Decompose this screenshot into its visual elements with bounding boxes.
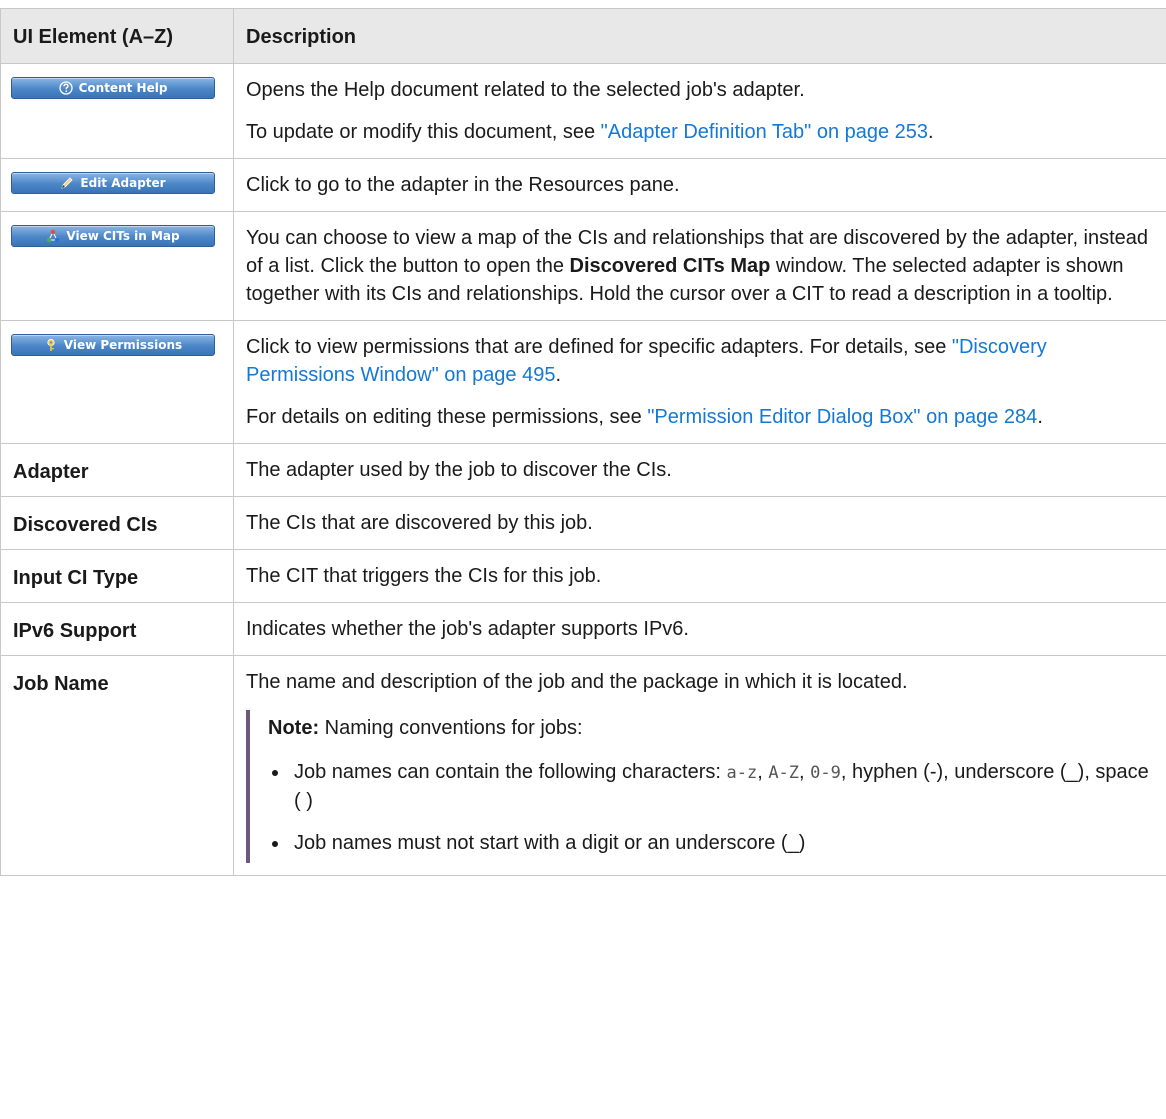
pencil-icon <box>60 176 74 190</box>
table-row: IPv6 Support Indicates whether the job's… <box>0 602 1166 656</box>
element-cell-input-ci-type: Input CI Type <box>0 549 234 603</box>
description-text: Click to view permissions that are defin… <box>246 336 1047 386</box>
table-row: View CITs in Map You can choose to view … <box>0 211 1166 321</box>
view-permissions-button[interactable]: View Permissions <box>11 334 215 356</box>
ui-elements-table: UI Element (A–Z) Description Content Hel… <box>0 8 1166 876</box>
element-cell: Content Help <box>0 63 234 159</box>
description-cell: You can choose to view a map of the CIs … <box>233 211 1166 321</box>
adapter-definition-tab-link[interactable]: "Adapter Definition Tab" on page 253 <box>601 121 928 143</box>
description-cell: Indicates whether the job's adapter supp… <box>233 602 1166 656</box>
table-row: Content Help Opens the Help document rel… <box>0 63 1166 159</box>
description-cell: The CIT that triggers the CIs for this j… <box>233 549 1166 603</box>
note-label: Note: <box>268 717 320 739</box>
element-cell: Edit Adapter <box>0 158 234 212</box>
description-text: For details on editing these permissions… <box>246 406 1043 428</box>
view-cits-in-map-button[interactable]: View CITs in Map <box>11 225 215 247</box>
edit-adapter-button[interactable]: Edit Adapter <box>11 172 215 194</box>
content-help-button[interactable]: Content Help <box>11 77 215 99</box>
table-row: Job Name The name and description of the… <box>0 655 1166 876</box>
description-cell: Click to view permissions that are defin… <box>233 320 1166 444</box>
description-text: You can choose to view a map of the CIs … <box>246 227 1149 305</box>
element-cell: View Permissions <box>0 320 234 444</box>
note-heading: Note: Naming conventions for jobs: <box>268 717 583 739</box>
element-cell-job-name: Job Name <box>0 655 234 876</box>
header-description: Description <box>233 8 1166 64</box>
element-cell-ipv6-support: IPv6 Support <box>0 602 234 656</box>
naming-rules-list: Job names can contain the following char… <box>268 758 1154 857</box>
table-row: View Permissions Click to view permissio… <box>0 320 1166 444</box>
view-cits-in-map-label: View CITs in Map <box>66 229 180 243</box>
element-cell-adapter: Adapter <box>0 443 234 497</box>
element-cell-discovered-cis: Discovered CIs <box>0 496 234 550</box>
edit-adapter-label: Edit Adapter <box>80 176 166 190</box>
description-cell: The CIs that are discovered by this job. <box>233 496 1166 550</box>
note-box: Note: Naming conventions for jobs: Job n… <box>246 710 1154 863</box>
description-text: The name and description of the job and … <box>246 671 908 693</box>
description-cell: The name and description of the job and … <box>233 655 1166 876</box>
element-cell: View CITs in Map <box>0 211 234 321</box>
description-text: Click to go to the adapter in the Resour… <box>246 174 680 196</box>
table-row: Edit Adapter Click to go to the adapter … <box>0 158 1166 212</box>
content-help-label: Content Help <box>78 81 168 95</box>
table-row: Adapter The adapter used by the job to d… <box>0 443 1166 497</box>
permission-editor-dialog-box-link[interactable]: "Permission Editor Dialog Box" on page 2… <box>647 406 1037 428</box>
table-header-row: UI Element (A–Z) Description <box>0 8 1166 64</box>
description-text: Opens the Help document related to the s… <box>246 79 805 101</box>
description-cell: Click to go to the adapter in the Resour… <box>233 158 1166 212</box>
view-permissions-label: View Permissions <box>63 338 183 352</box>
list-item: Job names must not start with a digit or… <box>290 829 1154 857</box>
description-cell: Opens the Help document related to the s… <box>233 63 1166 159</box>
description-text: To update or modify this document, see "… <box>246 121 934 143</box>
discovered-cits-map-term: Discovered CITs Map <box>569 255 771 277</box>
table-row: Discovered CIs The CIs that are discover… <box>0 496 1166 550</box>
map-nodes-icon <box>46 229 60 243</box>
help-question-icon <box>58 81 73 95</box>
list-item: Job names can contain the following char… <box>290 758 1154 815</box>
table-row: Input CI Type The CIT that triggers the … <box>0 549 1166 603</box>
header-ui-element: UI Element (A–Z) <box>0 8 234 64</box>
key-icon <box>44 338 58 352</box>
description-cell: The adapter used by the job to discover … <box>233 443 1166 497</box>
